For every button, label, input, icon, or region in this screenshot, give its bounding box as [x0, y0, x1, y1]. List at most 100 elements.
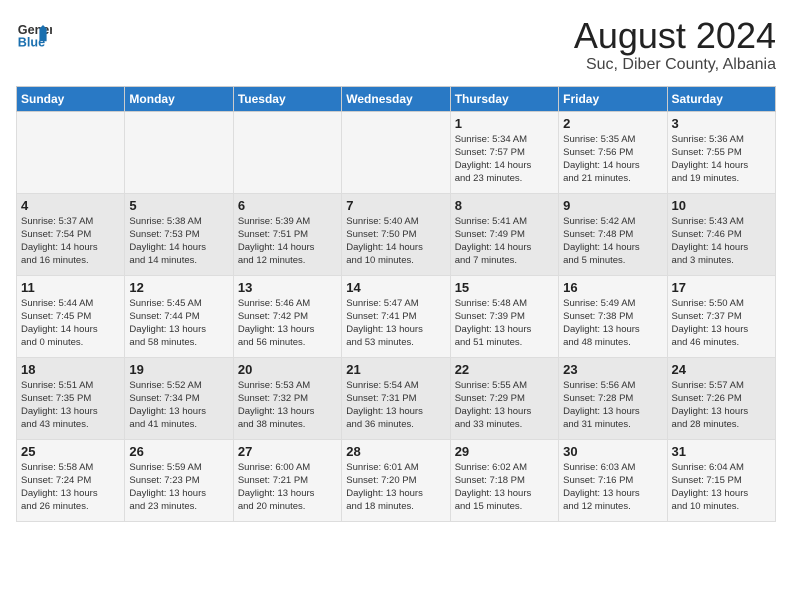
day-info: Sunrise: 5:42 AM Sunset: 7:48 PM Dayligh…: [563, 215, 662, 268]
day-number: 25: [21, 444, 120, 459]
calendar-cell: 17 Sunrise: 5:50 AM Sunset: 7:37 PM Dayli…: [667, 275, 775, 357]
calendar-cell: 20Sunrise: 5:53 AM Sunset: 7:32 PM Dayli…: [233, 357, 341, 439]
calendar-cell: 14 Sunrise: 5:47 AM Sunset: 7:41 PM Dayli…: [342, 275, 450, 357]
calendar-cell: 5Sunrise: 5:38 AM Sunset: 7:53 PM Daylig…: [125, 193, 233, 275]
calendar-week-row: 1 Sunrise: 5:34 AM Sunset: 7:57 PM Daylig…: [17, 111, 776, 193]
day-info: Sunrise: 5:37 AM Sunset: 7:54 PM Dayligh…: [21, 215, 120, 268]
day-number: 22: [455, 362, 554, 377]
day-info: Sunrise: 5:51 AM Sunset: 7:35 PM Dayligh…: [21, 379, 120, 432]
weekday-header-tuesday: Tuesday: [233, 86, 341, 111]
day-info: Sunrise: 5:46 AM Sunset: 7:42 PM Dayligh…: [238, 297, 337, 350]
calendar-cell: 6 Sunrise: 5:39 AM Sunset: 7:51 PM Daylig…: [233, 193, 341, 275]
day-number: 12: [129, 280, 228, 295]
day-number: 21: [346, 362, 445, 377]
day-number: 31: [672, 444, 771, 459]
day-number: 9: [563, 198, 662, 213]
calendar-cell: 7Sunrise: 5:40 AM Sunset: 7:50 PM Daylig…: [342, 193, 450, 275]
day-info: Sunrise: 5:45 AM Sunset: 7:44 PM Dayligh…: [129, 297, 228, 350]
day-number: 10: [672, 198, 771, 213]
day-number: 6: [238, 198, 337, 213]
calendar-week-row: 11 Sunrise: 5:44 AM Sunset: 7:45 PM Dayli…: [17, 275, 776, 357]
calendar-cell: 1 Sunrise: 5:34 AM Sunset: 7:57 PM Daylig…: [450, 111, 558, 193]
calendar-cell: 23 Sunrise: 5:56 AM Sunset: 7:28 PM Dayli…: [559, 357, 667, 439]
calendar-cell: 10 Sunrise: 5:43 AM Sunset: 7:46 PM Dayli…: [667, 193, 775, 275]
day-number: 19: [129, 362, 228, 377]
day-info: Sunrise: 6:01 AM Sunset: 7:20 PM Dayligh…: [346, 461, 445, 514]
day-info: Sunrise: 5:57 AM Sunset: 7:26 PM Dayligh…: [672, 379, 771, 432]
day-info: Sunrise: 5:54 AM Sunset: 7:31 PM Dayligh…: [346, 379, 445, 432]
calendar-cell: [233, 111, 341, 193]
day-number: 4: [21, 198, 120, 213]
day-info: Sunrise: 6:04 AM Sunset: 7:15 PM Dayligh…: [672, 461, 771, 514]
weekday-header-friday: Friday: [559, 86, 667, 111]
day-number: 11: [21, 280, 120, 295]
calendar-cell: 22 Sunrise: 5:55 AM Sunset: 7:29 PM Dayli…: [450, 357, 558, 439]
day-number: 24: [672, 362, 771, 377]
weekday-header-monday: Monday: [125, 86, 233, 111]
day-info: Sunrise: 5:43 AM Sunset: 7:46 PM Dayligh…: [672, 215, 771, 268]
calendar-cell: 4 Sunrise: 5:37 AM Sunset: 7:54 PM Daylig…: [17, 193, 125, 275]
day-number: 1: [455, 116, 554, 131]
day-number: 14: [346, 280, 445, 295]
calendar-week-row: 25 Sunrise: 5:58 AM Sunset: 7:24 PM Dayli…: [17, 439, 776, 521]
calendar-cell: 15 Sunrise: 5:48 AM Sunset: 7:39 PM Dayli…: [450, 275, 558, 357]
calendar-cell: 12 Sunrise: 5:45 AM Sunset: 7:44 PM Dayli…: [125, 275, 233, 357]
calendar-cell: 30Sunrise: 6:03 AM Sunset: 7:16 PM Dayli…: [559, 439, 667, 521]
day-info: Sunrise: 5:55 AM Sunset: 7:29 PM Dayligh…: [455, 379, 554, 432]
logo-icon: General Blue: [16, 16, 52, 52]
calendar-cell: 16Sunrise: 5:49 AM Sunset: 7:38 PM Dayli…: [559, 275, 667, 357]
calendar-cell: 11 Sunrise: 5:44 AM Sunset: 7:45 PM Dayli…: [17, 275, 125, 357]
day-info: Sunrise: 5:50 AM Sunset: 7:37 PM Dayligh…: [672, 297, 771, 350]
day-info: Sunrise: 6:03 AM Sunset: 7:16 PM Dayligh…: [563, 461, 662, 514]
day-number: 28: [346, 444, 445, 459]
calendar-cell: 21 Sunrise: 5:54 AM Sunset: 7:31 PM Dayli…: [342, 357, 450, 439]
day-info: Sunrise: 5:36 AM Sunset: 7:55 PM Dayligh…: [672, 133, 771, 186]
day-info: Sunrise: 5:56 AM Sunset: 7:28 PM Dayligh…: [563, 379, 662, 432]
calendar-cell: 18 Sunrise: 5:51 AM Sunset: 7:35 PM Dayli…: [17, 357, 125, 439]
calendar-week-row: 4 Sunrise: 5:37 AM Sunset: 7:54 PM Daylig…: [17, 193, 776, 275]
calendar-cell: 19 Sunrise: 5:52 AM Sunset: 7:34 PM Dayli…: [125, 357, 233, 439]
calendar-cell: 13Sunrise: 5:46 AM Sunset: 7:42 PM Dayli…: [233, 275, 341, 357]
day-info: Sunrise: 5:39 AM Sunset: 7:51 PM Dayligh…: [238, 215, 337, 268]
weekday-header-saturday: Saturday: [667, 86, 775, 111]
day-info: Sunrise: 5:38 AM Sunset: 7:53 PM Dayligh…: [129, 215, 228, 268]
weekday-header-row: SundayMondayTuesdayWednesdayThursdayFrid…: [17, 86, 776, 111]
calendar-cell: [342, 111, 450, 193]
day-info: Sunrise: 5:40 AM Sunset: 7:50 PM Dayligh…: [346, 215, 445, 268]
calendar-cell: [17, 111, 125, 193]
day-number: 15: [455, 280, 554, 295]
day-number: 27: [238, 444, 337, 459]
day-info: Sunrise: 5:34 AM Sunset: 7:57 PM Dayligh…: [455, 133, 554, 186]
calendar-cell: 31 Sunrise: 6:04 AM Sunset: 7:15 PM Dayli…: [667, 439, 775, 521]
logo: General Blue: [16, 16, 52, 52]
day-info: Sunrise: 5:47 AM Sunset: 7:41 PM Dayligh…: [346, 297, 445, 350]
day-number: 2: [563, 116, 662, 131]
day-info: Sunrise: 5:48 AM Sunset: 7:39 PM Dayligh…: [455, 297, 554, 350]
calendar-week-row: 18 Sunrise: 5:51 AM Sunset: 7:35 PM Dayli…: [17, 357, 776, 439]
calendar-cell: 2 Sunrise: 5:35 AM Sunset: 7:56 PM Daylig…: [559, 111, 667, 193]
day-number: 18: [21, 362, 120, 377]
day-info: Sunrise: 5:58 AM Sunset: 7:24 PM Dayligh…: [21, 461, 120, 514]
day-number: 16: [563, 280, 662, 295]
weekday-header-thursday: Thursday: [450, 86, 558, 111]
day-info: Sunrise: 5:52 AM Sunset: 7:34 PM Dayligh…: [129, 379, 228, 432]
calendar-cell: 28 Sunrise: 6:01 AM Sunset: 7:20 PM Dayli…: [342, 439, 450, 521]
day-info: Sunrise: 5:35 AM Sunset: 7:56 PM Dayligh…: [563, 133, 662, 186]
day-info: Sunrise: 5:44 AM Sunset: 7:45 PM Dayligh…: [21, 297, 120, 350]
day-number: 23: [563, 362, 662, 377]
day-info: Sunrise: 5:53 AM Sunset: 7:32 PM Dayligh…: [238, 379, 337, 432]
title-block: August 2024 Suc, Diber County, Albania: [574, 16, 776, 74]
day-info: Sunrise: 6:02 AM Sunset: 7:18 PM Dayligh…: [455, 461, 554, 514]
day-number: 26: [129, 444, 228, 459]
calendar-cell: 26Sunrise: 5:59 AM Sunset: 7:23 PM Dayli…: [125, 439, 233, 521]
page-header: General Blue August 2024 Suc, Diber Coun…: [16, 16, 776, 74]
day-number: 17: [672, 280, 771, 295]
weekday-header-wednesday: Wednesday: [342, 86, 450, 111]
day-number: 8: [455, 198, 554, 213]
day-number: 29: [455, 444, 554, 459]
calendar-cell: 25 Sunrise: 5:58 AM Sunset: 7:24 PM Dayli…: [17, 439, 125, 521]
calendar-cell: 29 Sunrise: 6:02 AM Sunset: 7:18 PM Dayli…: [450, 439, 558, 521]
calendar-cell: 9 Sunrise: 5:42 AM Sunset: 7:48 PM Daylig…: [559, 193, 667, 275]
page-title: August 2024: [574, 16, 776, 56]
day-info: Sunrise: 6:00 AM Sunset: 7:21 PM Dayligh…: [238, 461, 337, 514]
